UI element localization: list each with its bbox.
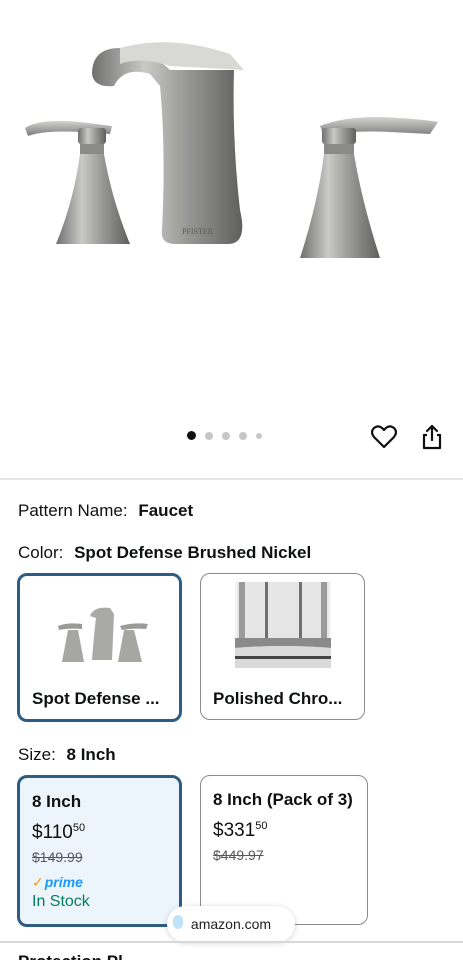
size-option-title: 8 Inch	[32, 792, 82, 811]
size-option-price: $33150	[213, 820, 268, 842]
price-fraction: 50	[255, 820, 268, 832]
size-option-price: $11050	[32, 822, 85, 844]
section-divider	[0, 478, 463, 480]
size-option-8-inch[interactable]: 8 Inch $11050 $149.99 ✓prime In Stock	[17, 775, 182, 927]
size-option-list-price: $149.99	[32, 849, 83, 865]
brand-mark: PFISTER	[182, 227, 214, 236]
loading-indicator-icon	[173, 915, 183, 929]
share-button[interactable]	[418, 423, 446, 451]
image-carousel-dots[interactable]	[187, 431, 262, 440]
size-label: Size:	[18, 745, 56, 764]
size-option-8-inch-pack-of-3[interactable]: 8 Inch (Pack of 3) $33150 $449.97	[200, 775, 368, 925]
color-label: Color:	[18, 543, 64, 562]
carousel-dot-active[interactable]	[187, 431, 196, 440]
price-whole: $331	[213, 820, 256, 841]
favorite-button[interactable]	[370, 423, 398, 451]
carousel-dot[interactable]	[205, 431, 213, 440]
prime-label: prime	[44, 874, 83, 890]
pattern-name-value: Faucet	[138, 501, 194, 520]
carousel-dot[interactable]	[239, 431, 247, 440]
color-value: Spot Defense Brushed Nickel	[74, 543, 312, 562]
carousel-dot[interactable]	[256, 432, 262, 439]
size-option-list-price: $449.97	[213, 847, 264, 863]
browser-domain: amazon.com	[190, 916, 272, 932]
product-image[interactable]: PFISTER	[20, 30, 440, 262]
heart-icon	[371, 425, 397, 449]
swatch-thumbnail	[235, 582, 331, 668]
size-option-title: 8 Inch (Pack of 3)	[213, 790, 353, 809]
size-value: 8 Inch	[66, 745, 116, 764]
color-option-spot-defense[interactable]: Spot Defense ...	[17, 573, 182, 722]
carousel-dot[interactable]	[222, 431, 230, 440]
section-divider	[0, 941, 463, 943]
color-option-title: Polished Chro...	[213, 689, 343, 708]
size-row: Size: 8 Inch	[18, 745, 116, 765]
stock-status: In Stock	[32, 893, 90, 910]
prime-badge: ✓prime	[32, 874, 83, 891]
color-row: Color: Spot Defense Brushed Nickel	[18, 543, 311, 563]
pattern-name-row: Pattern Name: Faucet	[18, 501, 193, 521]
color-option-title: Spot Defense ...	[32, 689, 160, 708]
price-fraction: 50	[72, 822, 86, 834]
prime-check-icon: ✓	[32, 874, 44, 890]
share-icon	[422, 424, 442, 450]
pattern-name-label: Pattern Name:	[18, 501, 128, 520]
price-whole: $110	[32, 822, 73, 843]
color-option-polished-chrome[interactable]: Polished Chro...	[200, 573, 365, 720]
browser-address-pill[interactable]: amazon.com	[167, 906, 295, 942]
next-section-title: Protection Pl...	[18, 952, 137, 960]
product-image-gallery[interactable]: PFISTER	[0, 0, 463, 478]
swatch-thumbnail	[58, 607, 148, 662]
